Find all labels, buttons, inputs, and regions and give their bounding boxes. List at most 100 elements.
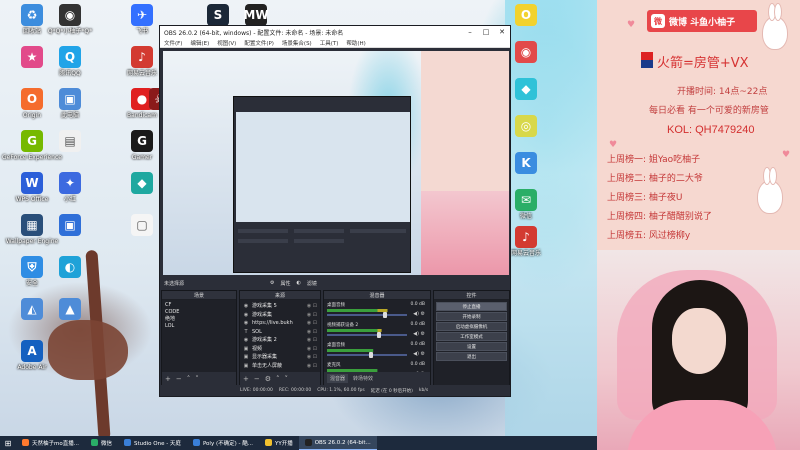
visibility-icon[interactable]: ◉ ⊡ [307,328,317,337]
filter-icon[interactable]: ◐ [297,280,301,286]
gear-icon[interactable]: ⚙ [270,280,274,286]
scene-item[interactable]: CODE [165,309,233,316]
speaker-icon[interactable]: ◀) ⚙ [413,311,425,317]
up-icon[interactable]: ˄ [187,375,191,383]
mixer-dock: 混音器 桌面音频 0.0 dB ◀) ⚙ 视频捕获设备 2 0.0 dB ◀) ⚙ 桌面音频… [323,290,431,386]
channel-db: 0.0 dB [410,362,425,367]
obs-preview[interactable] [163,51,509,275]
visibility-icon[interactable]: ◉ ⊡ [307,319,317,328]
app-icon: ▲ [59,298,81,320]
volume-slider-knob[interactable] [377,332,381,338]
menu-tools[interactable]: 工具(T) [320,39,339,47]
desktop-icon[interactable]: ✦ 小红 [40,172,100,203]
source-item[interactable]: ◉ 游戏采集 ◉ ⊡ [243,311,317,320]
stream-hours: 开播时间: 14点~22点 [677,87,768,97]
control-button-1[interactable]: 开始录制 [436,312,507,321]
source-item[interactable]: ▣ 单击无人屏蔽 ◉ ⊡ [243,362,317,371]
taskbar-item[interactable]: OBS 26.0.2 (64-bit... [298,436,377,450]
tab-transitions[interactable]: 转场特效 [350,374,376,383]
heart-icon: ♥ [782,150,791,160]
speaker-icon[interactable]: ◀) ⚙ [413,331,425,337]
menu-help[interactable]: 帮助(H) [346,39,365,47]
weibo-handle: 微博 斗鱼小柚子 [669,17,736,28]
taskbar-item-label: Studio One - 天庭 [133,440,181,447]
add-icon[interactable]: + [243,375,249,383]
taskbar-item[interactable]: Poly (不确定) - 酷... [187,436,259,450]
taskbar-item[interactable]: Studio One - 天庭 [118,436,187,450]
source-name: 游戏采集 5 [252,303,277,309]
down-icon[interactable]: ˅ [285,375,289,383]
desktop-icon[interactable]: ▣ 此电脑 [40,88,100,119]
windows-start-icon[interactable]: ⊞ [0,439,16,448]
up-icon[interactable]: ˄ [276,375,280,383]
properties-button[interactable]: 属性 [281,280,291,287]
scene-item[interactable]: LOL [165,323,233,330]
app-icon: ▣ [59,214,81,236]
desktop-icon[interactable]: ▲ [40,298,100,322]
volume-slider-knob[interactable] [369,352,373,358]
taskbar-item[interactable]: YY开播 [259,436,299,450]
source-item[interactable]: ◉ 游戏采集 2 ◉ ⊡ [243,336,317,345]
preview-nested-obs [233,96,411,273]
down-icon[interactable]: ˅ [195,375,199,383]
control-button-5[interactable]: 退出 [436,352,507,361]
taskbar-app-icon [304,439,312,446]
rank-entry: 上周榜五: 风过榜柳y [607,231,691,241]
close-icon[interactable]: ✕ [494,28,510,36]
visibility-icon[interactable]: ◉ ⊡ [307,302,317,311]
source-item[interactable]: ▣ 视频 ◉ ⊡ [243,345,317,354]
menu-file[interactable]: 文件(F) [164,39,182,47]
visibility-icon[interactable]: ◉ ⊡ [307,353,317,362]
control-button-4[interactable]: 设置 [436,342,507,351]
source-name: 游戏采集 [252,311,273,318]
control-button-2[interactable]: 启动虚拟摄像机 [436,322,507,331]
scene-item[interactable]: CF [165,302,233,309]
speaker-icon[interactable]: ◀) ⚙ [413,351,425,357]
obs-window[interactable]: OBS 26.0.2 (64-bit, windows) - 配置文件: 未命名… [159,25,511,397]
dropped-frames: 延迟 (在 0 秒后开始) [370,388,413,394]
visibility-icon[interactable]: ◉ ⊡ [307,336,317,345]
volume-slider[interactable] [327,354,407,356]
gear-icon[interactable]: ⚙ [265,375,271,383]
obs-titlebar[interactable]: OBS 26.0.2 (64-bit, windows) - 配置文件: 未命名… [160,26,510,38]
volume-slider-knob[interactable] [382,312,387,318]
menu-view[interactable]: 视图(V) [217,39,236,47]
desktop-icon[interactable]: ◐ [40,256,100,280]
minimize-icon[interactable]: – [462,28,478,36]
menu-scene-collection[interactable]: 场景集合(S) [282,39,312,47]
desktop-icon-label: Origin [22,112,42,119]
add-icon[interactable]: + [165,375,171,383]
app-icon: ✦ [59,172,81,194]
source-item[interactable]: T SOL ◉ ⊡ [243,328,317,337]
app-icon: ✉ [515,189,537,211]
source-item[interactable]: ◉ 游戏采集 5 ◉ ⊡ [243,302,317,311]
filters-button[interactable]: 滤镜 [307,280,317,287]
volume-slider[interactable] [327,334,407,336]
mixer-header: 混音器 [324,291,430,300]
volume-slider[interactable] [327,314,407,316]
desktop-icon[interactable]: ▣ [40,214,100,238]
remove-icon[interactable]: − [176,375,182,383]
visibility-icon[interactable]: ◉ ⊡ [307,311,317,320]
tab-mixer[interactable]: 混音器 [327,374,349,383]
taskbar-item[interactable]: 天然柚子mo直播... [16,436,85,450]
source-item[interactable]: ◉ https://live.bukh ◉ ⊡ [243,319,317,328]
desktop-icon[interactable]: Q 腾讯QQ [40,46,100,77]
taskbar-item[interactable]: 微信 [85,436,118,450]
control-button-0[interactable]: 停止直播 [436,302,507,311]
visibility-icon[interactable]: ◉ ⊡ [307,362,317,371]
weibo-badge: 微 微博 斗鱼小柚子 [647,10,757,32]
menu-edit[interactable]: 编辑(E) [190,39,209,47]
menu-profile[interactable]: 配置文件(P) [244,39,274,47]
scene-item[interactable]: 绝地 [165,316,233,323]
bunny-decoration [762,3,788,50]
desktop-icon[interactable]: A Adobe Air [2,340,62,371]
maximize-icon[interactable]: □ [478,28,494,36]
remove-icon[interactable]: − [254,375,260,383]
source-item[interactable]: ▣ 显示器采集 ◉ ⊡ [243,353,317,362]
desktop-icon[interactable]: ◉ Q*Q*小柚子*Q* [40,4,100,35]
desktop-icon[interactable]: ▤ [40,130,100,154]
visibility-icon[interactable]: ◉ ⊡ [307,345,317,354]
taskbar-item-label: 天然柚子mo直播... [32,440,79,447]
control-button-3[interactable]: 工作室模式 [436,332,507,341]
